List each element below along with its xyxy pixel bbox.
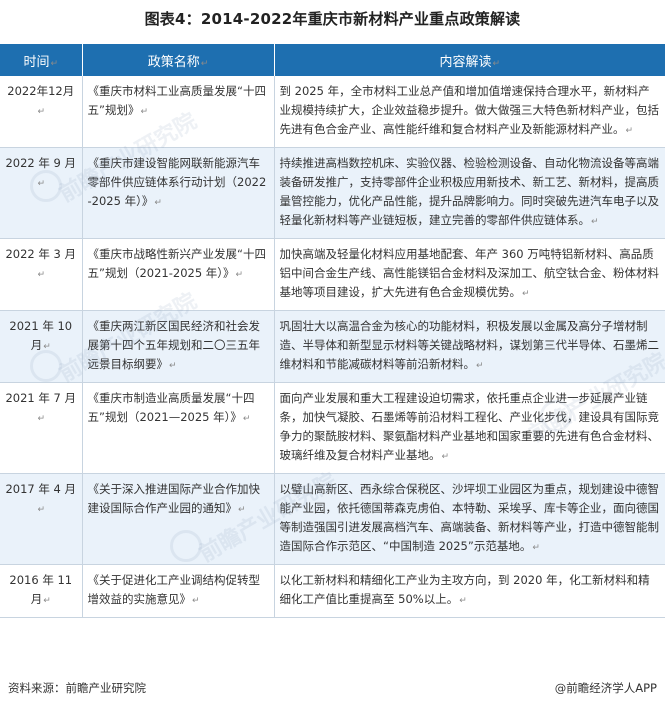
row-policy-cell: 《关于深入推进国际产业合作加快建设国际合作产业园的通知》↵ bbox=[82, 473, 275, 565]
source-note: 资料来源：前瞻产业研究院 bbox=[8, 681, 146, 695]
row-policy-cell: 《重庆市战略性新兴产业发展“十四五”规划（2021-2025 年）》↵ bbox=[82, 238, 275, 311]
row-time-cell: 2021 年 10 月↵ bbox=[0, 310, 83, 383]
table-row: 2016 年 11 月↵ 《关于促进化工产业调结构促转型增效益的实施意见》↵ 以… bbox=[0, 564, 665, 618]
row-content-cell: 面向产业发展和重大工程建设迫切需求，依托重点企业进一步延展产业链条，加快气凝胶、… bbox=[274, 382, 665, 474]
row-policy-cell: 《重庆市材料工业高质量发展“十四五”规划》↵ bbox=[82, 76, 275, 148]
column-header-time: 时间↵ bbox=[0, 44, 83, 76]
footer: 资料来源：前瞻产业研究院 @前瞻经济学人APP bbox=[0, 680, 665, 700]
row-policy-cell: 《关于促进化工产业调结构促转型增效益的实施意见》↵ bbox=[82, 564, 275, 618]
row-time-cell: 2021 年 7 月↵ bbox=[0, 382, 83, 474]
table-row: 2022 年 9 月↵ 《重庆市建设智能网联新能源汽车零部件供应链体系行动计划（… bbox=[0, 147, 665, 239]
row-content-cell: 持续推进高档数控机床、实验仪器、检验检测设备、自动化物流设备等高端装备研发推广，… bbox=[274, 147, 665, 239]
policy-table: 时间↵ 政策名称↵ 内容解读↵ 2022年12月↵ 《重庆市材料工业高质量发展“… bbox=[0, 44, 665, 618]
row-time-cell: 2022 年 9 月↵ bbox=[0, 147, 83, 239]
column-header-policy: 政策名称↵ bbox=[82, 44, 275, 76]
row-content-cell: 巩固壮大以高温合金为核心的功能材料，积极发展以金属及高分子增材制造、半导体和新型… bbox=[274, 310, 665, 383]
brand-credit: @前瞻经济学人APP bbox=[554, 681, 657, 695]
row-time-cell: 2022年12月↵ bbox=[0, 76, 83, 148]
row-policy-cell: 《重庆市制造业高质量发展“十四五”规划（2021—2025 年）》↵ bbox=[82, 382, 275, 474]
row-content-cell: 以璧山高新区、西永综合保税区、沙坪坝工业园区为重点，规划建设中德智能产业园，依托… bbox=[274, 473, 665, 565]
row-policy-cell: 《重庆两江新区国民经济和社会发展第十四个五年规划和二〇三五年远景目标纲要》↵ bbox=[82, 310, 275, 383]
row-content-cell: 以化工新材料和精细化工产业为主攻方向，到 2020 年，化工新材料和精细化工产值… bbox=[274, 564, 665, 618]
table-header-row: 时间↵ 政策名称↵ 内容解读↵ bbox=[0, 44, 665, 76]
row-policy-cell: 《重庆市建设智能网联新能源汽车零部件供应链体系行动计划（2022-2025 年）… bbox=[82, 147, 275, 239]
table-row: 2022年12月↵ 《重庆市材料工业高质量发展“十四五”规划》↵ 到 2025 … bbox=[0, 76, 665, 148]
table-row: 2021 年 7 月↵ 《重庆市制造业高质量发展“十四五”规划（2021—202… bbox=[0, 382, 665, 474]
table-row: 2022 年 3 月↵ 《重庆市战略性新兴产业发展“十四五”规划（2021-20… bbox=[0, 238, 665, 311]
page-title: 图表4：2014-2022年重庆市新材料产业重点政策解读 bbox=[144, 10, 521, 28]
table-row: 2017 年 4 月↵ 《关于深入推进国际产业合作加快建设国际合作产业园的通知》… bbox=[0, 473, 665, 565]
row-time-cell: 2017 年 4 月↵ bbox=[0, 473, 83, 565]
table-row: 2021 年 10 月↵ 《重庆两江新区国民经济和社会发展第十四个五年规划和二〇… bbox=[0, 310, 665, 383]
column-header-content: 内容解读↵ bbox=[274, 44, 665, 76]
row-time-cell: 2022 年 3 月↵ bbox=[0, 238, 83, 311]
row-time-cell: 2016 年 11 月↵ bbox=[0, 564, 83, 618]
row-content-cell: 加快高端及轻量化材料应用基地配套、年产 360 万吨特铝新材料、高品质铝中间合金… bbox=[274, 238, 665, 311]
row-content-cell: 到 2025 年，全市材料工业总产值和增加值增速保持合理水平，新材料产业规模持续… bbox=[274, 76, 665, 148]
